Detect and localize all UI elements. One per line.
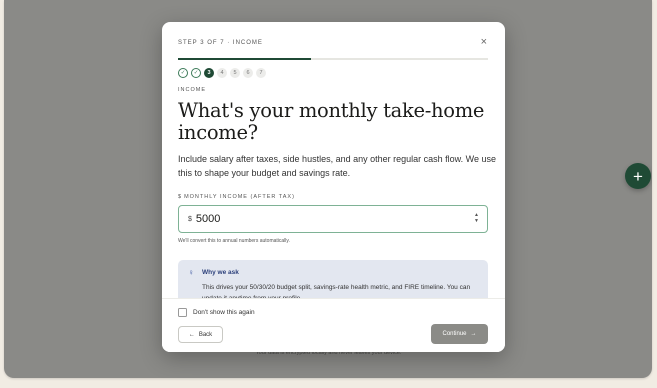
- dont-show-again-checkbox[interactable]: [178, 308, 187, 317]
- step-dot-3: 3: [204, 68, 214, 78]
- description-text: Include salary after taxes, side hustles…: [178, 154, 497, 178]
- callout-title: Why we ask: [202, 269, 239, 276]
- step-dot-2: ✓: [191, 68, 201, 78]
- onboarding-modal: STEP 3 OF 7 · INCOME × ✓ ✓ 3 4 5 6 7 INC…: [162, 22, 505, 352]
- income-input[interactable]: $ 5000 ▲ ▼: [178, 205, 488, 233]
- dollar-icon: $: [178, 194, 182, 200]
- add-fab-button[interactable]: +: [625, 163, 651, 189]
- stepper-down-icon[interactable]: ▼: [474, 218, 479, 224]
- dont-show-again-row[interactable]: Don't show this again: [178, 308, 255, 317]
- progress-fill: [178, 58, 312, 60]
- section-label: INCOME: [178, 87, 206, 93]
- arrow-right-icon: →: [470, 331, 477, 337]
- progress-bar: [178, 58, 488, 60]
- income-field-label-text: MONTHLY INCOME (AFTER TAX): [184, 194, 295, 200]
- continue-button-label: Continue: [442, 331, 467, 337]
- step-dot-7: 7: [256, 68, 266, 78]
- arrow-left-icon: ←: [188, 331, 195, 338]
- input-currency-prefix: $: [188, 215, 192, 223]
- dont-show-again-label[interactable]: Don't show this again: [193, 309, 255, 316]
- close-icon[interactable]: ×: [481, 36, 487, 48]
- income-input-value[interactable]: 5000: [196, 213, 220, 225]
- modal-footer: Don't show this again ← Back Continue →: [162, 298, 505, 352]
- continue-button[interactable]: Continue →: [431, 324, 488, 344]
- step-dot-1: ✓: [178, 68, 188, 78]
- number-stepper[interactable]: ▲ ▼: [474, 212, 479, 224]
- lightbulb-icon: ♀: [188, 268, 194, 277]
- income-helper-text: We'll convert this to annual numbers aut…: [178, 238, 290, 244]
- step-dot-6: 6: [243, 68, 253, 78]
- plus-icon: +: [633, 166, 643, 186]
- step-dots: ✓ ✓ 3 4 5 6 7: [178, 68, 266, 78]
- back-button-label: Back: [198, 331, 213, 338]
- step-dot-5: 5: [230, 68, 240, 78]
- page-title: What's your monthly take-home income?: [178, 99, 485, 144]
- back-button[interactable]: ← Back: [178, 326, 223, 343]
- step-indicator-label: STEP 3 OF 7 · INCOME: [178, 40, 263, 46]
- step-dot-4: 4: [217, 68, 227, 78]
- income-field-label: $ MONTHLY INCOME (AFTER TAX): [178, 194, 295, 200]
